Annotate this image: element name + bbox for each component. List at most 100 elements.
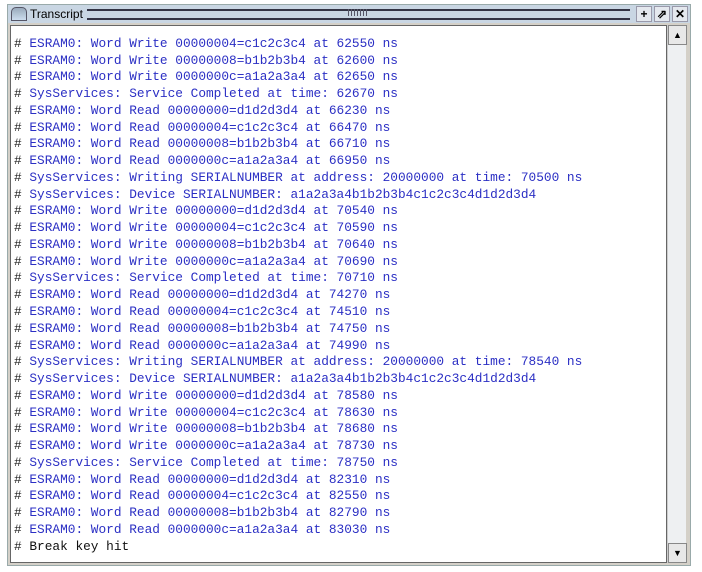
line-text: ESRAM0: Word Write 00000004=c1c2c3c4 at … <box>29 220 398 236</box>
transcript-window: Transcript + ⇗ ✕ # ESRAM0: Word Write 00… <box>7 4 691 566</box>
transcript-line: # Break key hit <box>14 539 582 556</box>
line-text: ESRAM0: Word Write 00000008=b1b2b3b4 at … <box>29 236 398 252</box>
line-prefix: # <box>14 304 22 320</box>
transcript-line: # ESRAM0: Word Read 00000008=b1b2b3b4 at… <box>14 505 582 522</box>
line-prefix: # <box>14 505 22 521</box>
line-prefix: # <box>14 387 22 403</box>
line-text: SysServices: Service Completed at time: … <box>29 270 398 286</box>
line-prefix: # <box>14 86 22 102</box>
line-prefix: # <box>14 337 22 353</box>
transcript-line: # ESRAM0: Word Write 00000000=d1d2d3d4 a… <box>14 388 582 405</box>
transcript-line: # ESRAM0: Word Read 00000008=b1b2b3b4 at… <box>14 321 582 338</box>
line-prefix: # <box>14 153 22 169</box>
drag-handle[interactable] <box>86 8 630 20</box>
transcript-line: # ESRAM0: Word Write 0000000c=a1a2a3a4 a… <box>14 69 582 86</box>
line-prefix: # <box>14 320 22 336</box>
line-prefix: # <box>14 471 22 487</box>
line-prefix: # <box>14 236 22 252</box>
line-prefix: # <box>14 270 22 286</box>
line-text: ESRAM0: Word Read 00000000=d1d2d3d4 at 7… <box>29 287 391 303</box>
transcript-lines: # ESRAM0: Word Write 00000004=c1c2c3c4 a… <box>14 26 582 556</box>
line-prefix: # <box>14 52 22 68</box>
transcript-line: # ESRAM0: Word Read 0000000c=a1a2a3a4 at… <box>14 522 582 539</box>
line-prefix: # <box>14 488 22 504</box>
transcript-line: # ESRAM0: Word Write 0000000c=a1a2a3a4 a… <box>14 438 582 455</box>
line-prefix: # <box>14 186 22 202</box>
line-text: ESRAM0: Word Write 00000000=d1d2d3d4 at … <box>29 203 398 219</box>
transcript-line: # ESRAM0: Word Write 00000004=c1c2c3c4 a… <box>14 220 582 237</box>
transcript-line: # ESRAM0: Word Read 00000000=d1d2d3d4 at… <box>14 472 582 489</box>
line-text: ESRAM0: Word Write 0000000c=a1a2a3a4 at … <box>29 438 398 454</box>
line-prefix: # <box>14 454 22 470</box>
line-text: ESRAM0: Word Write 00000004=c1c2c3c4 at … <box>29 404 398 420</box>
line-prefix: # <box>14 371 22 387</box>
line-prefix: # <box>14 35 22 51</box>
line-prefix: # <box>14 538 22 554</box>
line-text: ESRAM0: Word Write 00000004=c1c2c3c4 at … <box>29 35 398 51</box>
line-text: SysServices: Service Completed at time: … <box>29 86 398 102</box>
transcript-line: # ESRAM0: Word Write 00000008=b1b2b3b4 a… <box>14 237 582 254</box>
line-text: ESRAM0: Word Read 00000008=b1b2b3b4 at 8… <box>29 505 391 521</box>
close-icon[interactable]: ✕ <box>672 6 688 22</box>
line-prefix: # <box>14 421 22 437</box>
transcript-icon <box>11 7 27 21</box>
line-prefix: # <box>14 354 22 370</box>
transcript-line: # ESRAM0: Word Read 00000004=c1c2c3c4 at… <box>14 488 582 505</box>
line-prefix: # <box>14 203 22 219</box>
vertical-scrollbar[interactable]: ▲ ▼ <box>667 25 687 563</box>
add-icon[interactable]: + <box>636 6 652 22</box>
transcript-line: # ESRAM0: Word Read 00000000=d1d2d3d4 at… <box>14 103 582 120</box>
line-text: SysServices: Device SERIALNUMBER: a1a2a3… <box>29 371 537 387</box>
scroll-down-button[interactable]: ▼ <box>668 543 687 563</box>
transcript-line: # ESRAM0: Word Read 00000000=d1d2d3d4 at… <box>14 287 582 304</box>
line-prefix: # <box>14 169 22 185</box>
undock-icon[interactable]: ⇗ <box>654 6 670 22</box>
line-text: Break key hit <box>29 538 130 554</box>
line-prefix: # <box>14 253 22 269</box>
transcript-line: # SysServices: Service Completed at time… <box>14 270 582 287</box>
transcript-line: # SysServices: Service Completed at time… <box>14 86 582 103</box>
line-text: ESRAM0: Word Read 0000000c=a1a2a3a4 at 6… <box>29 153 391 169</box>
transcript-line: # ESRAM0: Word Write 00000008=b1b2b3b4 a… <box>14 421 582 438</box>
transcript-line: # ESRAM0: Word Read 00000004=c1c2c3c4 at… <box>14 304 582 321</box>
window-title: Transcript <box>30 7 83 21</box>
line-text: ESRAM0: Word Read 00000004=c1c2c3c4 at 6… <box>29 119 391 135</box>
line-text: SysServices: Writing SERIALNUMBER at add… <box>29 169 583 185</box>
line-text: ESRAM0: Word Read 00000004=c1c2c3c4 at 7… <box>29 304 391 320</box>
transcript-output[interactable]: # ESRAM0: Word Write 00000004=c1c2c3c4 a… <box>10 25 667 563</box>
transcript-line: # ESRAM0: Word Write 0000000c=a1a2a3a4 a… <box>14 254 582 271</box>
transcript-line: # ESRAM0: Word Read 00000008=b1b2b3b4 at… <box>14 136 582 153</box>
transcript-line: # ESRAM0: Word Read 00000004=c1c2c3c4 at… <box>14 120 582 137</box>
scroll-up-button[interactable]: ▲ <box>668 25 687 45</box>
transcript-line: # SysServices: Writing SERIALNUMBER at a… <box>14 354 582 371</box>
line-text: ESRAM0: Word Read 00000000=d1d2d3d4 at 8… <box>29 471 391 487</box>
line-text: ESRAM0: Word Read 00000000=d1d2d3d4 at 6… <box>29 102 391 118</box>
transcript-line: # SysServices: Writing SERIALNUMBER at a… <box>14 170 582 187</box>
transcript-line: # ESRAM0: Word Write 00000000=d1d2d3d4 a… <box>14 203 582 220</box>
line-text: ESRAM0: Word Write 0000000c=a1a2a3a4 at … <box>29 69 398 85</box>
line-text: SysServices: Service Completed at time: … <box>29 454 398 470</box>
title-bar[interactable]: Transcript + ⇗ ✕ <box>8 5 690 23</box>
transcript-line: # ESRAM0: Word Write 00000004=c1c2c3c4 a… <box>14 405 582 422</box>
line-prefix: # <box>14 69 22 85</box>
line-prefix: # <box>14 119 22 135</box>
line-text: ESRAM0: Word Read 00000008=b1b2b3b4 at 7… <box>29 320 391 336</box>
line-text: SysServices: Writing SERIALNUMBER at add… <box>29 354 583 370</box>
line-prefix: # <box>14 287 22 303</box>
line-text: ESRAM0: Word Write 00000000=d1d2d3d4 at … <box>29 387 398 403</box>
line-text: ESRAM0: Word Write 00000008=b1b2b3b4 at … <box>29 421 398 437</box>
line-prefix: # <box>14 521 22 537</box>
line-prefix: # <box>14 136 22 152</box>
transcript-line: # ESRAM0: Word Read 0000000c=a1a2a3a4 at… <box>14 153 582 170</box>
line-text: ESRAM0: Word Read 0000000c=a1a2a3a4 at 8… <box>29 521 391 537</box>
line-prefix: # <box>14 220 22 236</box>
transcript-line: # SysServices: Service Completed at time… <box>14 455 582 472</box>
line-prefix: # <box>14 404 22 420</box>
line-prefix: # <box>14 438 22 454</box>
line-text: ESRAM0: Word Read 00000004=c1c2c3c4 at 8… <box>29 488 391 504</box>
line-text: ESRAM0: Word Write 0000000c=a1a2a3a4 at … <box>29 253 398 269</box>
transcript-line: # ESRAM0: Word Write 00000008=b1b2b3b4 a… <box>14 53 582 70</box>
line-text: ESRAM0: Word Read 00000008=b1b2b3b4 at 6… <box>29 136 391 152</box>
transcript-line: # SysServices: Device SERIALNUMBER: a1a2… <box>14 187 582 204</box>
line-text: ESRAM0: Word Write 00000008=b1b2b3b4 at … <box>29 52 398 68</box>
